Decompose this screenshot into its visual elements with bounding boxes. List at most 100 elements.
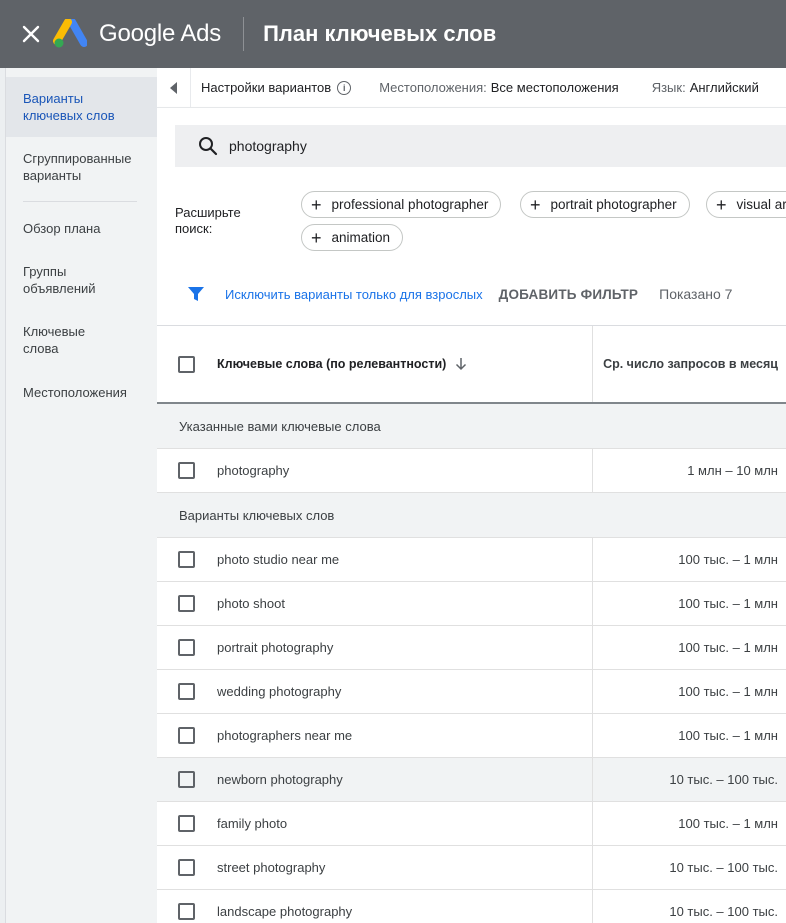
sidebar-item-label: Обзор плана — [23, 221, 101, 236]
volume-cell: 100 тыс. – 1 млн — [678, 640, 778, 655]
plus-icon: + — [311, 227, 322, 248]
volume-cell: 100 тыс. – 1 млн — [678, 596, 778, 611]
sidebar-item-label: ключевых слов — [23, 108, 115, 123]
chip-suggestion[interactable]: + portrait photographer — [520, 191, 690, 218]
table-row[interactable]: photography 1 млн – 10 млн — [157, 449, 786, 493]
chip-label: visual arts — [736, 197, 786, 212]
group-label: Указанные вами ключевые слова — [179, 418, 381, 434]
column-header-keyword[interactable]: Ключевые слова (по релевантности) — [217, 357, 446, 371]
row-checkbox[interactable] — [178, 639, 195, 656]
sidebar-item-grouped-ideas[interactable]: Сгруппированные варианты — [6, 150, 157, 184]
keyword-table: Ключевые слова (по релевантности) Ср. чи… — [157, 325, 786, 923]
chip-suggestion[interactable]: + professional photographer — [301, 191, 502, 218]
volume-cell: 1 млн – 10 млн — [687, 463, 778, 478]
google-ads-logo[interactable]: Google Ads — [53, 19, 221, 49]
row-checkbox[interactable] — [178, 683, 195, 700]
group-label: Варианты ключевых слов — [179, 507, 335, 523]
table-row[interactable]: landscape photography 10 тыс. – 100 тыс. — [157, 890, 786, 923]
sidebar-item-keywords[interactable]: Ключевые слова — [6, 323, 157, 357]
sidebar-item-label: Ключевые — [23, 324, 86, 339]
row-checkbox[interactable] — [178, 551, 195, 568]
exclude-adult-ideas-link[interactable]: Исключить варианты только для взрослых — [225, 287, 483, 302]
keyword-cell: newborn photography — [217, 772, 343, 787]
keyword-cell: photo shoot — [217, 596, 285, 611]
row-checkbox[interactable] — [178, 727, 195, 744]
keyword-cell: photo studio near me — [217, 552, 340, 567]
add-filter-button[interactable]: ДОБАВИТЬ ФИЛЬТР — [499, 287, 639, 302]
volume-cell: 10 тыс. – 100 тыс. — [669, 860, 778, 875]
info-icon[interactable]: i — [337, 80, 352, 95]
keyword-cell: family photo — [217, 816, 288, 831]
search-panel: Расширьте поиск: + professional photogra… — [157, 108, 786, 263]
plus-icon: + — [530, 194, 541, 215]
table-row[interactable]: family photo 100 тыс. – 1 млн — [157, 802, 786, 846]
filter-icon[interactable] — [187, 285, 205, 303]
table-row[interactable]: photo studio near me 100 тыс. – 1 млн — [157, 538, 786, 582]
row-checkbox[interactable] — [178, 859, 195, 876]
select-all-checkbox[interactable] — [178, 355, 195, 373]
table-row[interactable]: newborn photography 10 тыс. – 100 тыс. — [157, 758, 786, 802]
app-header: Google Ads План ключевых слов — [0, 0, 786, 68]
keyword-cell: photographers near me — [217, 728, 353, 743]
broaden-search-label-line: поиск: — [175, 221, 213, 236]
row-checkbox[interactable] — [178, 815, 195, 832]
row-checkbox[interactable] — [178, 595, 195, 612]
search-box[interactable] — [175, 125, 786, 167]
group-row-provided: Указанные вами ключевые слова — [157, 404, 786, 449]
row-checkbox[interactable] — [178, 771, 195, 788]
search-input[interactable] — [229, 138, 629, 154]
keyword-cell: wedding photography — [217, 684, 342, 699]
shown-count: Показано 7 — [659, 286, 733, 302]
sidebar-item-label: Местоположения — [23, 385, 127, 400]
keyword-cell: street photography — [217, 860, 326, 875]
sidebar-item-plan-overview[interactable]: Обзор плана — [6, 220, 157, 237]
sidebar-item-label: Сгруппированные — [23, 151, 132, 166]
chip-suggestion[interactable]: + animation — [301, 224, 404, 251]
keyword-cell: portrait photography — [217, 640, 334, 655]
chip-label: animation — [331, 230, 391, 245]
logo-text: Google Ads — [99, 20, 222, 47]
sidebar-item-label: объявлений — [23, 281, 96, 296]
header-divider — [243, 17, 245, 51]
row-checkbox[interactable] — [178, 903, 195, 920]
chip-suggestion[interactable]: + visual arts — [706, 191, 786, 218]
sidebar-divider — [23, 201, 137, 202]
arrow-down-icon[interactable] — [455, 357, 467, 371]
google-ads-logo-icon — [53, 19, 87, 48]
volume-cell: 100 тыс. – 1 млн — [678, 684, 778, 699]
locations-value[interactable]: Все местоположения — [491, 80, 619, 95]
table-row[interactable]: photographers near me 100 тыс. – 1 млн — [157, 714, 786, 758]
sidebar-item-locations[interactable]: Местоположения — [6, 384, 157, 401]
language-value[interactable]: Английский — [690, 80, 759, 95]
broaden-search-label-line: Расширьте — [175, 205, 241, 220]
volume-cell: 100 тыс. – 1 млн — [678, 552, 778, 567]
search-icon — [197, 135, 219, 157]
volume-cell: 100 тыс. – 1 млн — [678, 816, 778, 831]
sidebar-item-ad-groups[interactable]: Группы объявлений — [6, 263, 157, 297]
sidebar-item-label: Группы — [23, 264, 67, 279]
sidebar-item-label: слова — [23, 341, 59, 356]
sidebar-item-keyword-ideas[interactable]: Варианты ключевых слов — [6, 77, 157, 137]
language-label[interactable]: Язык: — [652, 80, 686, 95]
group-row-ideas: Варианты ключевых слов — [157, 493, 786, 538]
keyword-cell: landscape photography — [217, 904, 353, 919]
plus-icon: + — [716, 194, 727, 215]
close-button[interactable] — [15, 18, 47, 50]
column-header-volume[interactable]: Ср. число запросов в месяц — [603, 357, 778, 371]
main-content: Настройки вариантов i Местоположения: Вс… — [157, 68, 786, 923]
table-row[interactable]: photo shoot 100 тыс. – 1 млн — [157, 582, 786, 626]
sidebar-item-label: Варианты — [23, 91, 84, 106]
collapse-sidebar-button[interactable] — [157, 68, 191, 108]
locations-label[interactable]: Местоположения: — [379, 80, 487, 95]
chevron-left-icon — [169, 81, 177, 94]
page-title: План ключевых слов — [263, 21, 497, 46]
sidebar-item-label: варианты — [23, 168, 82, 183]
row-checkbox[interactable] — [178, 462, 195, 479]
volume-cell: 10 тыс. – 100 тыс. — [669, 772, 778, 787]
keyword-cell: photography — [217, 463, 290, 478]
table-row[interactable]: street photography 10 тыс. – 100 тыс. — [157, 846, 786, 890]
table-row[interactable]: wedding photography 100 тыс. – 1 млн — [157, 670, 786, 714]
chip-label: portrait photographer — [550, 197, 677, 212]
table-row[interactable]: portrait photography 100 тыс. – 1 млн — [157, 626, 786, 670]
variant-settings-label[interactable]: Настройки вариантов — [201, 80, 331, 95]
